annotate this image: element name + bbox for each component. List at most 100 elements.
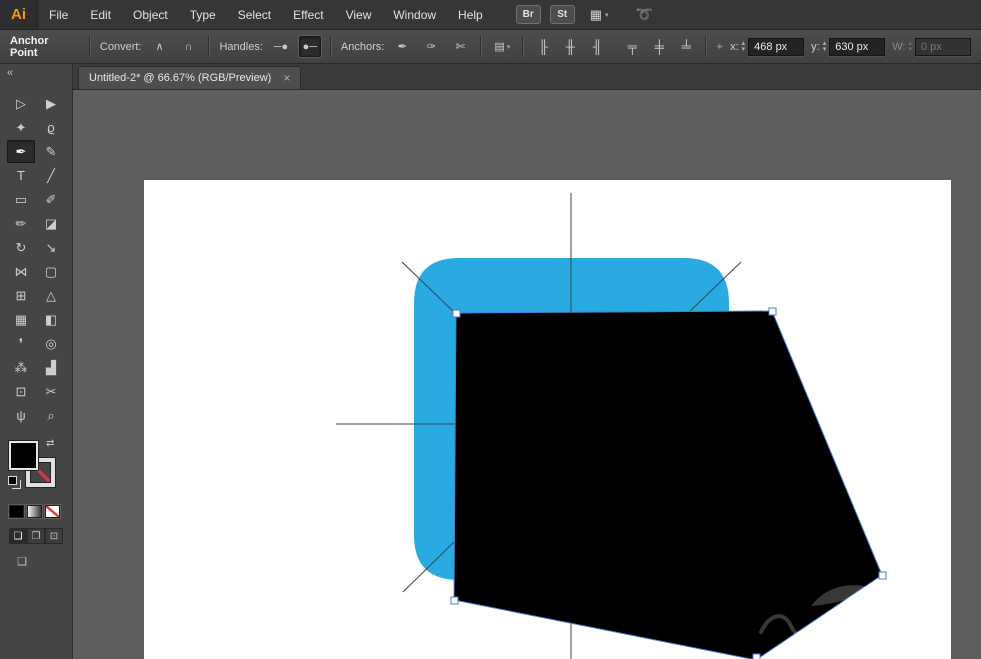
artboard-tool[interactable]: ⊡ xyxy=(7,380,35,403)
align-horizontal-left-button[interactable]: ╟ xyxy=(533,36,553,57)
convert-label: Convert: xyxy=(99,40,142,53)
menu-effect[interactable]: Effect xyxy=(282,0,334,29)
menu-file[interactable]: File xyxy=(38,0,79,29)
menu-object[interactable]: Object xyxy=(122,0,179,29)
bridge-button[interactable]: Br xyxy=(515,5,541,24)
slice-tool[interactable]: ✂ xyxy=(37,380,65,403)
pen-tool[interactable]: ✒ xyxy=(7,140,35,163)
align-vertical-middle-button[interactable]: ╪ xyxy=(649,36,669,57)
width-tool[interactable]: ⋈ xyxy=(7,260,35,283)
zoom-tool[interactable]: ⌕ xyxy=(37,404,65,427)
menu-bar: Ai File Edit Object Type Select Effect V… xyxy=(0,0,981,30)
free-transform-tool[interactable]: ▢ xyxy=(37,260,65,283)
hand-tool[interactable]: ψ xyxy=(7,404,35,427)
rectangle-tool[interactable]: ▭ xyxy=(7,188,35,211)
direct-selection-tool[interactable]: ▷ xyxy=(7,92,35,115)
curvature-tool[interactable]: ✎ xyxy=(37,140,65,163)
anchor-handle-right[interactable] xyxy=(878,571,887,580)
anchor-handle-bottom[interactable] xyxy=(752,653,761,659)
shape-builder-tool[interactable]: ⊞ xyxy=(7,284,35,307)
column-graph-tool[interactable]: ▟ xyxy=(37,356,65,379)
symbol-sprayer-tool[interactable]: ⁂ xyxy=(7,356,35,379)
gradient-button[interactable] xyxy=(27,505,42,518)
illustrator-window: Ai File Edit Object Type Select Effect V… xyxy=(0,0,981,659)
magic-wand-tool[interactable]: ✦ xyxy=(7,116,35,139)
mesh-tool[interactable]: ▦ xyxy=(7,308,35,331)
anchor-handle-bottom-left[interactable] xyxy=(450,596,459,605)
pencil-tool[interactable]: ✏ xyxy=(7,212,35,235)
fill-color-swatch[interactable] xyxy=(9,441,38,470)
eyedropper-tool[interactable]: ❜ xyxy=(7,332,35,355)
draw-normal-button[interactable]: ❏ xyxy=(9,528,27,544)
eraser-tool[interactable]: ◪ xyxy=(37,212,65,235)
document-tab[interactable]: Untitled-2* @ 66.67% (RGB/Preview) × xyxy=(78,66,302,89)
menu-edit[interactable]: Edit xyxy=(79,0,122,29)
drawing-mode-buttons: ❏ ❐ ⊡ xyxy=(9,528,72,544)
canvas-scene xyxy=(144,180,951,659)
scale-tool[interactable]: ↘ xyxy=(37,236,65,259)
perspective-grid-tool[interactable]: △ xyxy=(37,284,65,307)
workspace-switcher[interactable]: ▦ ▾ xyxy=(590,7,609,23)
hide-handles-button[interactable]: ─● xyxy=(270,36,292,57)
color-button[interactable] xyxy=(9,505,24,518)
width-input xyxy=(915,37,971,56)
convert-to-smooth-button[interactable]: ∩ xyxy=(177,36,199,57)
spinner-down-icon[interactable]: ▾ xyxy=(823,46,827,53)
convert-to-corner-button[interactable]: ∧ xyxy=(148,36,170,57)
menu-help[interactable]: Help xyxy=(447,0,494,29)
align-horizontal-center-button[interactable]: ╫ xyxy=(560,36,580,57)
spinner-down-icon: ▾ xyxy=(908,45,912,53)
show-handles-button[interactable]: ●─ xyxy=(298,36,321,57)
separator xyxy=(88,36,91,57)
color-type-buttons xyxy=(9,505,72,518)
collapse-panel-icon[interactable]: « xyxy=(0,64,72,82)
align-vertical-bottom-button[interactable]: ╧ xyxy=(676,36,696,57)
default-fill-stroke-icon[interactable] xyxy=(8,476,17,485)
blend-tool[interactable]: ◎ xyxy=(37,332,65,355)
chevron-down-icon: ▾ xyxy=(605,11,609,19)
menu-window[interactable]: Window xyxy=(382,0,447,29)
y-input[interactable] xyxy=(829,37,886,56)
screen-mode-button[interactable]: ❑ xyxy=(9,553,35,569)
type-tool[interactable]: T xyxy=(7,164,35,187)
y-spinner[interactable]: ▴ ▾ xyxy=(823,40,827,53)
x-spinner[interactable]: ▴ ▾ xyxy=(742,40,746,53)
anchors-label: Anchors: xyxy=(340,40,385,53)
selection-tool[interactable]: ▶ xyxy=(37,92,65,115)
draw-inside-button[interactable]: ⊡ xyxy=(45,528,63,544)
rotate-tool[interactable]: ↻ xyxy=(7,236,35,259)
reference-point-icon: ⌖ xyxy=(716,39,724,53)
x-input[interactable] xyxy=(748,37,805,56)
menu-type[interactable]: Type xyxy=(179,0,227,29)
none-button[interactable] xyxy=(45,505,60,518)
paintbrush-tool[interactable]: ✐ xyxy=(37,188,65,211)
menu-select[interactable]: Select xyxy=(227,0,282,29)
canvas-area[interactable] xyxy=(73,90,981,659)
tools-grid: ▷ ▶ ✦ ϱ ✒ ✎ T ╱ ▭ ✐ ✏ ◪ ↻ ↘ ⋈ ▢ ⊞ △ ▦ ◧ xyxy=(0,92,72,427)
lasso-tool[interactable]: ϱ xyxy=(37,116,65,139)
anchor-handle-top-left[interactable] xyxy=(452,309,461,318)
close-icon[interactable]: × xyxy=(283,72,290,84)
stock-button[interactable]: St xyxy=(549,5,575,24)
line-segment-tool[interactable]: ╱ xyxy=(37,164,65,187)
separator xyxy=(522,36,525,57)
anchor-handle-top-right[interactable] xyxy=(768,307,777,316)
remove-anchor-button[interactable]: ✒ xyxy=(391,36,413,57)
menu-view[interactable]: View xyxy=(335,0,383,29)
spinner-down-icon[interactable]: ▾ xyxy=(742,46,746,53)
align-horizontal-right-button[interactable]: ╢ xyxy=(587,36,607,57)
x-field-group: x: ▴ ▾ xyxy=(730,37,805,56)
swap-fill-stroke-icon[interactable]: ⇄ xyxy=(46,438,54,449)
align-vertical-top-button[interactable]: ╤ xyxy=(622,36,642,57)
gradient-tool[interactable]: ◧ xyxy=(37,308,65,331)
illustrator-logo[interactable]: Ai xyxy=(0,0,38,29)
connect-anchors-button[interactable]: ✑ xyxy=(420,36,442,57)
document-area: Untitled-2* @ 66.67% (RGB/Preview) × xyxy=(73,64,981,659)
cs-live-icon[interactable]: ➰ xyxy=(636,6,653,23)
control-bar: Anchor Point Convert: ∧ ∩ Handles: ─● ●─… xyxy=(0,30,981,64)
draw-behind-button[interactable]: ❐ xyxy=(27,528,45,544)
cut-path-button[interactable]: ✄ xyxy=(449,36,471,57)
isolate-mode-button[interactable]: ▤ ▾ xyxy=(491,36,513,57)
document-tab-bar: Untitled-2* @ 66.67% (RGB/Preview) × xyxy=(73,64,981,90)
separator xyxy=(480,36,483,57)
